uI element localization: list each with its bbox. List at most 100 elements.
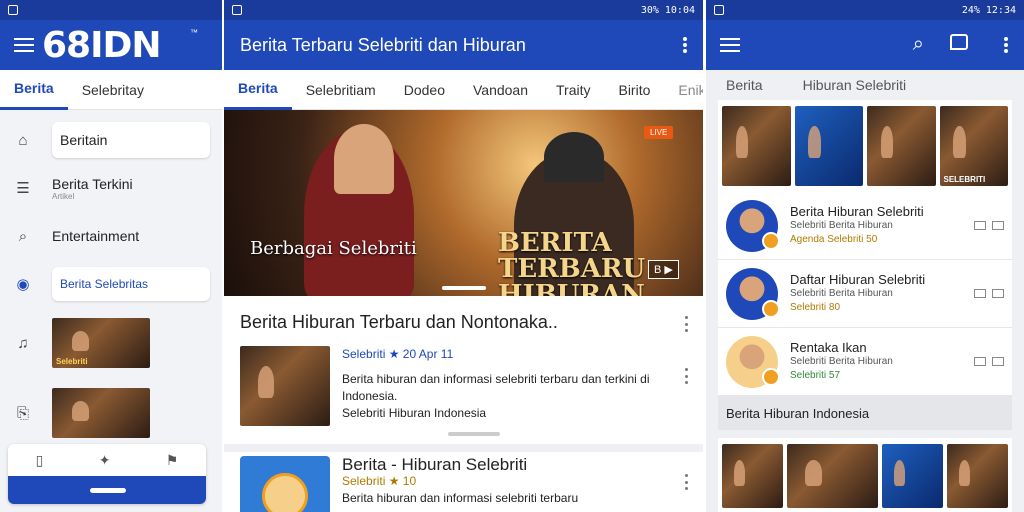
article-title: Berita - Hiburan Selebriti <box>342 455 528 474</box>
tab-bar: Berita Selebritay <box>0 70 222 110</box>
notification-icon <box>232 5 242 15</box>
status-right: 30% 10:04 <box>640 4 695 16</box>
chat-icon[interactable] <box>950 34 968 50</box>
list-item-title: Berita Hiburan Selebriti <box>790 203 924 219</box>
article-card[interactable]: Selebriti ★ 20 Apr 11 Berita hiburan dan… <box>240 346 690 426</box>
notification-icon <box>714 5 724 15</box>
news-thumbnail[interactable]: Selebriti <box>52 318 150 368</box>
row-actions[interactable] <box>974 221 1004 230</box>
music-icon: ♫ <box>17 334 29 352</box>
article-summary: Berita hiburan dan informasi selebriti t… <box>342 372 650 403</box>
more-icon[interactable] <box>685 474 689 490</box>
pin-icon[interactable]: ✦ <box>99 452 111 469</box>
tab-birito[interactable]: Birito <box>604 70 664 110</box>
list-item-meta: Selebriti 57 <box>790 369 841 381</box>
menu-icon[interactable] <box>720 38 740 52</box>
tab-selebriti[interactable]: Selebritiam <box>292 70 390 110</box>
thumb-caption: SELEBRITI <box>943 175 986 184</box>
square-icon <box>974 221 986 230</box>
status-right: 24% 12:34 <box>961 4 1016 16</box>
live-badge: LIVE <box>644 126 674 139</box>
gallery-thumbnail[interactable]: SELEBRITI <box>939 106 1008 186</box>
status-bar: 30% 10:04 <box>224 0 703 20</box>
gallery-thumbnail[interactable] <box>882 444 944 508</box>
article-thumbnail[interactable] <box>240 346 330 426</box>
more-icon[interactable] <box>1004 37 1008 53</box>
phone-left: 68IDN ™ Berita Selebritay ⌂ Beritain ☰ B… <box>0 0 222 512</box>
gallery-thumbnail[interactable] <box>722 444 783 508</box>
news-thumbnail[interactable] <box>52 388 150 438</box>
bookmark-icon: ⎘ <box>16 404 29 422</box>
article-meta: Selebriti ★ 20 Apr 11 <box>342 347 454 361</box>
list-item-sub: Selebriti Berita Hiburan <box>790 219 893 231</box>
list-item[interactable]: Berita Hiburan Selebriti Selebriti Berit… <box>718 192 1012 260</box>
row-actions[interactable] <box>974 357 1004 366</box>
tab-enik[interactable]: Enik <box>664 70 703 110</box>
tab-video[interactable]: Dodeo <box>390 70 459 110</box>
gallery-thumbnail[interactable] <box>794 106 863 186</box>
gallery-thumbnail[interactable] <box>722 106 791 186</box>
home-icon: ⌂ <box>18 131 28 149</box>
screen: 68IDN ™ Berita Selebritay ⌂ Beritain ☰ B… <box>0 0 1024 512</box>
book-icon[interactable]: ▯ <box>36 452 44 469</box>
sidebar-item-label: Entertainment <box>52 228 140 244</box>
tab-selebriti[interactable]: Selebritay <box>68 70 158 110</box>
target-icon: ◉ <box>16 276 30 293</box>
app-bar: ⌕ <box>706 20 1024 70</box>
tab-bar: Berita Hiburan Selebriti <box>706 70 1024 100</box>
list-item[interactable]: Rentaka Ikan Selebriti Berita Hiburan Se… <box>718 328 1012 396</box>
list-item[interactable]: Daftar Hiburan Selebriti Selebriti Berit… <box>718 260 1012 328</box>
home-indicator <box>8 476 206 504</box>
hero-title: Berbagai Selebriti <box>250 238 417 259</box>
article-thumbnail[interactable] <box>240 456 330 512</box>
sidebar-item-home[interactable]: ⌂ Beritain <box>0 116 222 164</box>
list-item-sub: Selebriti Berita Hiburan <box>790 287 893 299</box>
tab-bar: Berita Selebritiam Dodeo Vandoan Traity … <box>224 70 703 110</box>
thumb-caption: Selebriti <box>56 357 88 366</box>
search-icon: ⌕ <box>18 227 28 245</box>
sidebar-item-bookmark[interactable]: ⎘ <box>0 378 222 448</box>
more-icon[interactable] <box>685 368 689 384</box>
menu-icon[interactable] <box>14 38 34 52</box>
flag-icon[interactable]: ⚑ <box>166 452 179 469</box>
carousel-indicator <box>442 286 486 290</box>
gallery-thumbnail[interactable] <box>867 106 936 186</box>
tab-berita[interactable]: Berita <box>224 70 292 110</box>
hero-banner[interactable]: LIVE Berbagai Selebriti BERITA TERBARU H… <box>224 110 703 296</box>
sidebar-item-selebriti[interactable]: ◉ Berita Selebritas <box>0 260 222 308</box>
more-icon[interactable] <box>683 37 687 53</box>
tab-berita[interactable]: Berita <box>726 77 763 93</box>
gallery-thumbnail[interactable] <box>947 444 1008 508</box>
tab-hiburan[interactable]: Hiburan Selebriti <box>803 77 907 93</box>
notification-icon <box>8 5 18 15</box>
avatar <box>726 335 780 388</box>
tab-berita[interactable]: Berita <box>0 70 68 110</box>
tab-trailer[interactable]: Traity <box>542 70 604 110</box>
status-bar <box>0 0 222 20</box>
article-headline[interactable]: Berita Hiburan Terbaru dan Nontonaka.. <box>240 312 558 333</box>
article-footer: Selebriti Hiburan Indonesia <box>342 406 487 420</box>
sidebar-item-list[interactable]: ☰ Berita Terkini Artikel <box>0 164 222 212</box>
sidebar-item-music[interactable]: ♫ Selebriti <box>0 308 222 378</box>
play-button[interactable]: B ▶ <box>648 260 679 279</box>
hero-face <box>334 124 394 194</box>
search-icon[interactable]: ⌕ <box>913 33 924 56</box>
app-bar: Berita Terbaru Selebriti dan Hiburan <box>224 20 703 70</box>
sidebar-item-search[interactable]: ⌕ Entertainment <box>0 212 222 260</box>
bottom-nav: ▯ ✦ ⚑ <box>8 444 206 504</box>
sidebar-item-label: Berita Selebritas <box>52 267 210 301</box>
gallery-thumbnail[interactable] <box>786 444 879 508</box>
list-item-sub: Selebriti Berita Hiburan <box>790 355 893 367</box>
divider <box>224 444 703 452</box>
sidebar: ⌂ Beritain ☰ Berita Terkini Artikel ⌕ Ent… <box>0 110 222 454</box>
more-icon[interactable] <box>685 316 689 332</box>
article-card[interactable]: Berita - Hiburan Selebriti Selebriti ★ 1… <box>240 456 690 512</box>
gallery-panel: SELEBRITI <box>718 100 1012 192</box>
square-icon <box>992 289 1004 298</box>
row-actions[interactable] <box>974 289 1004 298</box>
list-icon: ☰ <box>16 180 30 197</box>
avatar <box>726 199 780 252</box>
page-title: Berita Terbaru Selebriti dan Hiburan <box>240 34 526 55</box>
tab-vandoan[interactable]: Vandoan <box>459 70 542 110</box>
app-bar: 68IDN ™ <box>0 20 222 70</box>
